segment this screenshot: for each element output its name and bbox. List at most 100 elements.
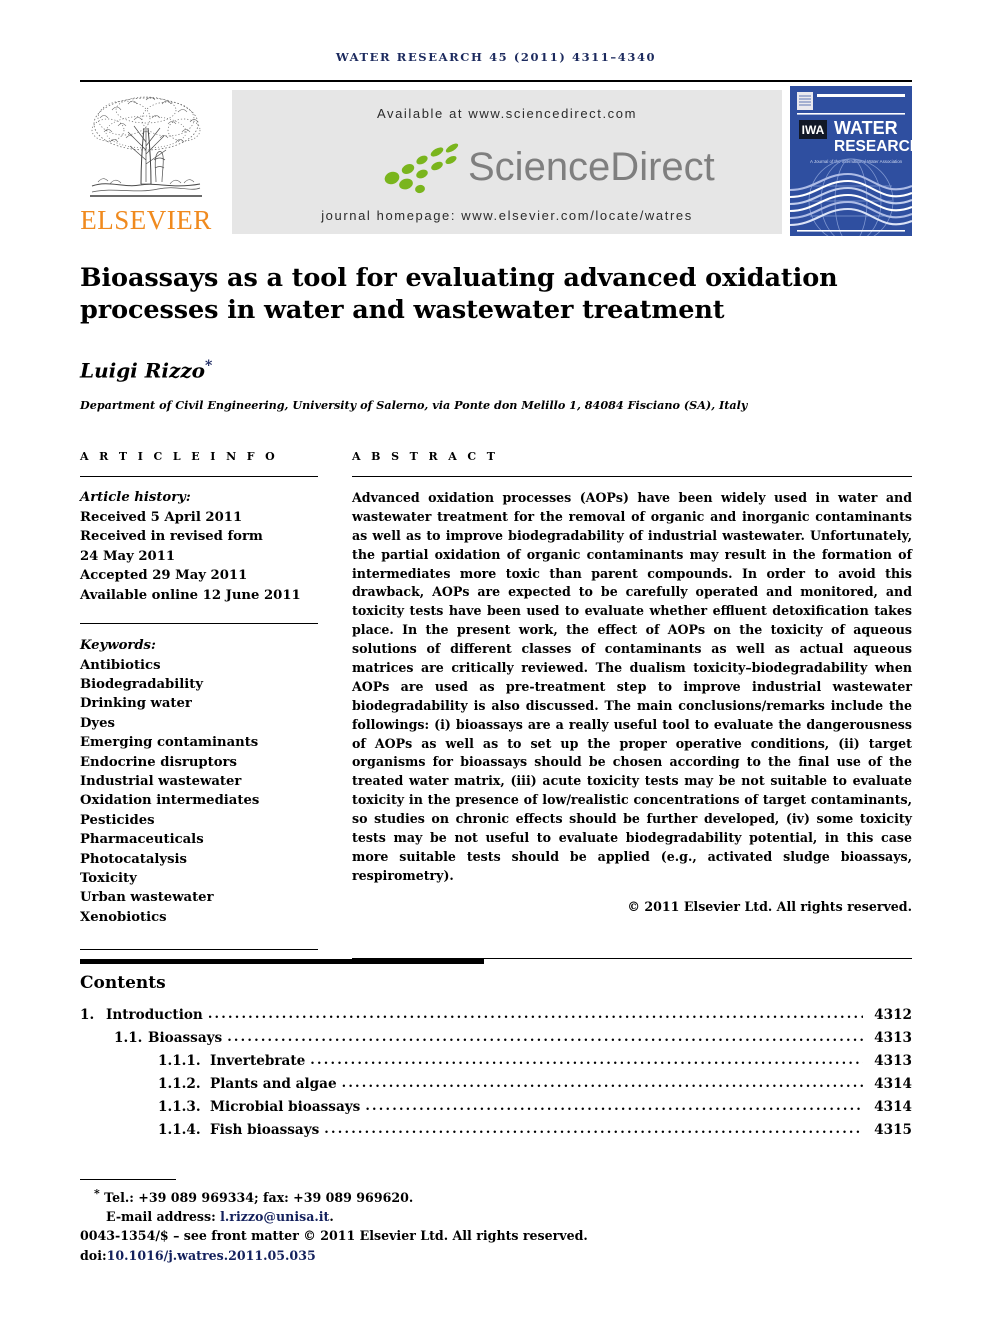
toc-leader: ........................................… — [341, 1076, 863, 1091]
history-item: Accepted 29 May 2011 — [80, 568, 248, 584]
history-item: 24 May 2011 — [80, 548, 176, 564]
toc-entry[interactable]: 1.1.4. Fish bioassays ..................… — [80, 1122, 912, 1145]
toc-label: Introduction — [106, 1007, 203, 1023]
toc-page-number: 4312 — [874, 1007, 912, 1023]
elsevier-wordmark: ELSEVIER — [80, 205, 212, 235]
keyword-item: Industrial wastewater — [80, 774, 242, 790]
toc-number: 1.1.2. — [158, 1076, 201, 1092]
keyword-item: Endocrine disruptors — [80, 754, 237, 770]
article-history: Article history: Received 5 April 2011 R… — [80, 488, 318, 605]
journal-cover-image: IWA WATER RESEARCH A Journal of the Inte… — [789, 86, 921, 244]
email-link[interactable]: l.rizzo@unisa.it — [220, 1209, 329, 1224]
running-head: WATER RESEARCH 45 (2011) 4311–4340 — [335, 50, 657, 64]
toc-number: 1. — [80, 1007, 95, 1023]
toc-number: 1.1.3. — [158, 1099, 201, 1115]
author-label: Luigi Rizzo — [80, 358, 206, 383]
toc-leader: ........................................… — [227, 1030, 863, 1045]
toc-page-number: 4315 — [874, 1122, 912, 1138]
svg-text:RESEARCH: RESEARCH — [834, 138, 912, 155]
history-item: Received 5 April 2011 — [80, 509, 243, 525]
abstract-rule — [352, 476, 912, 477]
doi-label: doi: — [80, 1247, 107, 1263]
footnote-email-line: E-mail address: l.rizzo@unisa.it. — [80, 1207, 780, 1226]
keyword-item: Oxidation intermediates — [80, 793, 260, 809]
keyword-item: Pharmaceuticals — [80, 832, 204, 848]
email-label: E-mail address: — [106, 1209, 216, 1225]
keyword-item: Biodegradability — [80, 677, 204, 692]
article-info-heading: A R T I C L E I N F O — [80, 450, 279, 463]
abstract-heading: A B S T R A C T — [352, 450, 499, 463]
toc-leader: ........................................… — [324, 1122, 863, 1137]
email-period: . — [329, 1209, 334, 1225]
article-info-section: A R T I C L E I N F O Article history: R… — [80, 450, 318, 951]
masthead: ELSEVIER Available at www.sciencedirect.… — [80, 86, 921, 244]
page-title: Bioassays as a tool for evaluating advan… — [80, 263, 838, 326]
contents-rule — [80, 959, 484, 964]
toc-number: 1.1. — [114, 1030, 143, 1046]
toc-label: Bioassays — [148, 1030, 223, 1046]
abstract-text: Advanced oxidation processes (AOPs) have… — [352, 490, 912, 883]
doi-link[interactable]: 10.1016/j.watres.2011.05.035 — [107, 1248, 316, 1263]
toc-number: 1.1.1. — [158, 1053, 201, 1069]
contents-heading: Contents — [80, 973, 166, 993]
toc-label: Fish bioassays — [210, 1122, 320, 1138]
front-matter-line: 0043-1354/$ – see front matter © 2011 El… — [80, 1228, 588, 1244]
abstract-copyright: © 2011 Elsevier Ltd. All rights reserved… — [627, 898, 912, 914]
toc-page-number: 4313 — [874, 1030, 912, 1046]
toc-number: 1.1.4. — [158, 1122, 201, 1138]
keyword-item: Emerging contaminants — [80, 735, 259, 751]
toc-entry[interactable]: 1.1.3. Microbial bioassays .............… — [80, 1099, 912, 1122]
history-item: Received in revised form — [80, 529, 263, 545]
doi-line: doi:10.1016/j.watres.2011.05.035 — [80, 1246, 780, 1265]
keyword-item: Drinking water — [80, 696, 192, 712]
svg-text:WATER: WATER — [834, 118, 898, 138]
available-at-text: Available at www.sciencedirect.com — [376, 106, 638, 121]
footnote-block: * Tel.: +39 089 969334; fax: +39 089 969… — [80, 1186, 780, 1265]
keywords-top-rule — [80, 623, 318, 625]
table-of-contents: 1. Introduction ........................… — [80, 1007, 912, 1145]
keyword-item: Dyes — [80, 715, 115, 731]
abstract-section: A B S T R A C T Advanced oxidation proce… — [352, 450, 912, 959]
article-history-label: Article history: — [80, 490, 191, 505]
footnote-rule — [80, 1179, 176, 1180]
footnote-tel-fax: Tel.: +39 089 969334; fax: +39 089 96962… — [104, 1190, 414, 1206]
keyword-item: Urban wastewater — [80, 890, 214, 906]
author-name: Luigi Rizzo* — [80, 358, 212, 383]
sciencedirect-logo-icon: ScienceDirect — [384, 143, 715, 194]
toc-page-number: 4314 — [874, 1076, 912, 1092]
toc-entry[interactable]: 1. Introduction ........................… — [80, 1007, 912, 1030]
keyword-item: Antibiotics — [80, 657, 161, 673]
keywords-list: Keywords: Antibiotics Biodegradability D… — [80, 636, 318, 927]
footnote-tel-line: * Tel.: +39 089 969334; fax: +39 089 969… — [80, 1186, 780, 1207]
toc-leader: ........................................… — [365, 1099, 863, 1114]
toc-entry[interactable]: 1.1.1. Invertebrate ....................… — [80, 1053, 912, 1076]
svg-text:IWA: IWA — [802, 123, 825, 137]
footnote-marker: * — [94, 1187, 100, 1200]
journal-homepage-text: journal homepage: www.elsevier.com/locat… — [321, 208, 693, 223]
toc-entry[interactable]: 1.1. Bioassays .........................… — [80, 1030, 912, 1053]
toc-label: Invertebrate — [210, 1053, 306, 1069]
toc-entry[interactable]: 1.1.2. Plants and algae ................… — [80, 1076, 912, 1099]
sciencedirect-banner: Available at www.sciencedirect.com Scien… — [232, 90, 782, 234]
journal-article-first-page: WATER RESEARCH 45 (2011) 4311–4340 ELSEV… — [0, 0, 992, 1323]
keyword-item: Pesticides — [80, 812, 155, 828]
keywords-bottom-rule — [80, 949, 318, 951]
elsevier-logo: ELSEVIER — [80, 86, 212, 238]
keywords-label: Keywords: — [80, 638, 156, 654]
keyword-item: Xenobiotics — [80, 909, 167, 925]
toc-page-number: 4314 — [874, 1099, 912, 1115]
toc-label: Plants and algae — [210, 1076, 337, 1092]
affiliation: Department of Civil Engineering, Univers… — [80, 398, 748, 412]
elsevier-tree-icon — [90, 96, 202, 197]
toc-page-number: 4313 — [874, 1053, 912, 1069]
toc-leader: ........................................… — [207, 1007, 863, 1022]
toc-label: Microbial bioassays — [210, 1099, 361, 1115]
svg-text:ScienceDirect: ScienceDirect — [468, 145, 715, 189]
header-rule — [80, 80, 912, 82]
article-info-rule — [80, 476, 318, 477]
keyword-item: Photocatalysis — [80, 851, 187, 867]
water-research-cover-icon: IWA WATER RESEARCH A Journal of the Inte… — [789, 86, 921, 244]
keyword-item: Toxicity — [80, 871, 137, 887]
toc-leader: ........................................… — [310, 1053, 863, 1068]
history-item: Available online 12 June 2011 — [80, 587, 301, 603]
